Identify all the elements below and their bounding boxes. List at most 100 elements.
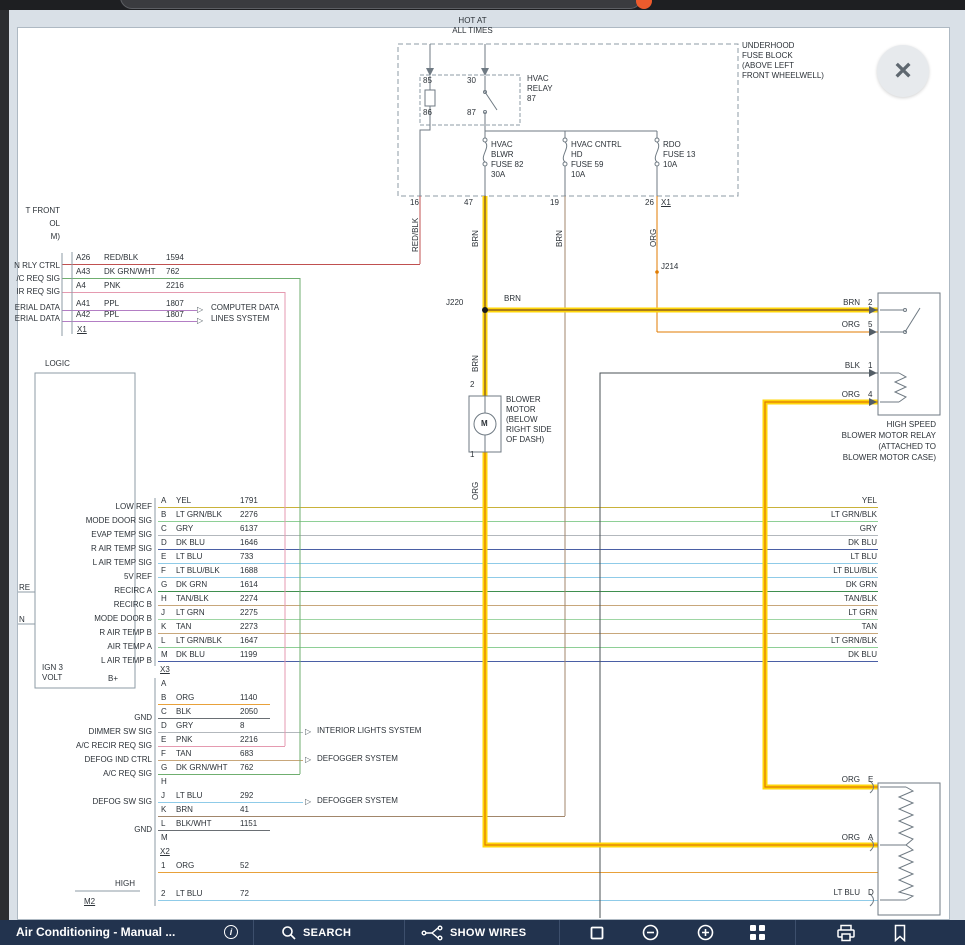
info-icon[interactable]: i (224, 925, 238, 939)
zoom-in-icon (697, 924, 714, 941)
wire-label-brn-branch: BRN (504, 294, 521, 304)
wire-line[interactable] (158, 661, 878, 662)
wire-color-right: LT BLU/BLK (700, 566, 877, 576)
circuit-number: 8 (240, 721, 244, 731)
close-icon: × (894, 54, 912, 88)
motor-pin-2: 2 (470, 380, 474, 390)
app-window: HOT AT ALL TIMES UNDERHOOD FUSE BLOCK (A… (0, 0, 965, 945)
wire-line[interactable] (62, 321, 197, 322)
wire-color: DK BLU (176, 538, 205, 548)
bottom-toolbar: Air Conditioning - Manual ... i SEARCH S… (0, 920, 965, 945)
toolbar-divider (559, 920, 560, 945)
wire-line[interactable] (158, 830, 270, 831)
print-icon (836, 924, 856, 942)
pin-id: E (868, 775, 873, 785)
edge-fragment: N (19, 615, 25, 625)
wire-color: LT BLU (790, 888, 860, 898)
wire-color: LT BLU (176, 889, 202, 899)
pin-id: A4 (76, 281, 86, 291)
wire-line[interactable] (158, 563, 878, 564)
pin-id: L (161, 636, 165, 646)
left-connector-x1: X1 (77, 325, 87, 335)
wire-line[interactable] (158, 760, 303, 761)
pin-id: G (161, 763, 167, 773)
wire-line[interactable] (62, 278, 300, 279)
toolbar-divider (253, 920, 254, 945)
wire-line[interactable] (158, 900, 878, 901)
wire-color-right: DK GRN (700, 580, 877, 590)
pin-function: R AIR TEMP B (28, 628, 152, 638)
wire-color-right: YEL (700, 496, 877, 506)
search-button[interactable]: SEARCH (281, 920, 351, 945)
wire-line[interactable] (158, 507, 878, 508)
circuit-number: 762 (240, 763, 253, 773)
wire-color-right: GRY (700, 524, 877, 534)
circuit-number: 2273 (240, 622, 258, 632)
bookmark-button[interactable] (893, 924, 907, 941)
wire-line[interactable] (158, 816, 565, 817)
wire-color: YEL (176, 496, 191, 506)
wire-color: BRN (176, 805, 193, 815)
notification-badge[interactable] (636, 0, 652, 9)
wire-line[interactable] (158, 577, 878, 578)
fit-screen-button[interactable] (590, 924, 604, 941)
wire-line[interactable] (158, 521, 878, 522)
cut-module-title-fragment: T FRONT OL M) (0, 204, 60, 243)
pin-id: K (161, 805, 166, 815)
circuit-number: 1140 (240, 693, 257, 703)
wire-color: LT GRN/BLK (176, 510, 222, 520)
wire-line[interactable] (158, 718, 270, 719)
wire-line[interactable] (158, 732, 303, 733)
wire-line[interactable] (158, 605, 878, 606)
connector-m2-label: M2 (84, 897, 95, 907)
zoom-out-button[interactable] (642, 924, 659, 941)
circuit-number: 1199 (240, 650, 257, 660)
high-label: HIGH (60, 879, 135, 889)
wire-line[interactable] (158, 704, 270, 705)
fuse-82-label: HVAC BLWR FUSE 82 30A (491, 140, 523, 180)
wire-color: DK GRN (176, 580, 207, 590)
show-wires-button[interactable]: SHOW WIRES (421, 920, 526, 945)
zoom-grid-button[interactable] (750, 924, 765, 941)
wire-line[interactable] (158, 746, 285, 747)
wiring-diagram-sheet[interactable] (17, 27, 950, 920)
wire-line[interactable] (158, 647, 878, 648)
pin-function: A/C RECIR REQ SIG (28, 741, 152, 751)
wire-color: LT BLU (176, 552, 202, 562)
wire-color: RED/BLK (104, 253, 138, 263)
wire-line[interactable] (158, 549, 878, 550)
logic-label: LOGIC (45, 359, 70, 369)
circuit-number: 1647 (240, 636, 258, 646)
search-label: SEARCH (303, 927, 351, 939)
circuit-number: 1807 (166, 310, 184, 320)
pin-function: DEFOG IND CTRL (28, 755, 152, 765)
zoom-in-button[interactable] (697, 924, 714, 941)
pin-id: A42 (76, 310, 90, 320)
close-button[interactable]: × (877, 45, 929, 97)
circuit-number: 2216 (240, 735, 258, 745)
pin-function: GND (28, 825, 152, 835)
wire-line[interactable] (158, 619, 878, 620)
circuit-number: 2274 (240, 594, 258, 604)
pin-id: H (161, 594, 167, 604)
pin-function: MODE DOOR SIG (28, 516, 152, 526)
wire-line[interactable] (62, 292, 285, 293)
x2-pin-a: A (161, 679, 166, 689)
connector-x3-label: X3 (160, 665, 170, 675)
motor-symbol-letter: M (481, 419, 488, 429)
browser-address-bar[interactable] (120, 0, 642, 9)
system-arrow-icon: ▷ (197, 316, 203, 326)
pin-id: L (161, 819, 165, 829)
wire-line[interactable] (158, 535, 878, 536)
pin-id: D (161, 538, 167, 548)
print-button[interactable] (836, 924, 856, 941)
wire-line[interactable] (158, 872, 878, 873)
bookmark-icon (893, 924, 907, 942)
wire-line[interactable] (62, 264, 420, 265)
wire-line[interactable] (158, 633, 878, 634)
wire-line[interactable] (158, 591, 878, 592)
circuit-number: 6137 (240, 524, 258, 534)
wire-line[interactable] (158, 774, 300, 775)
wire-line[interactable] (158, 802, 303, 803)
pin-id: E (161, 552, 166, 562)
